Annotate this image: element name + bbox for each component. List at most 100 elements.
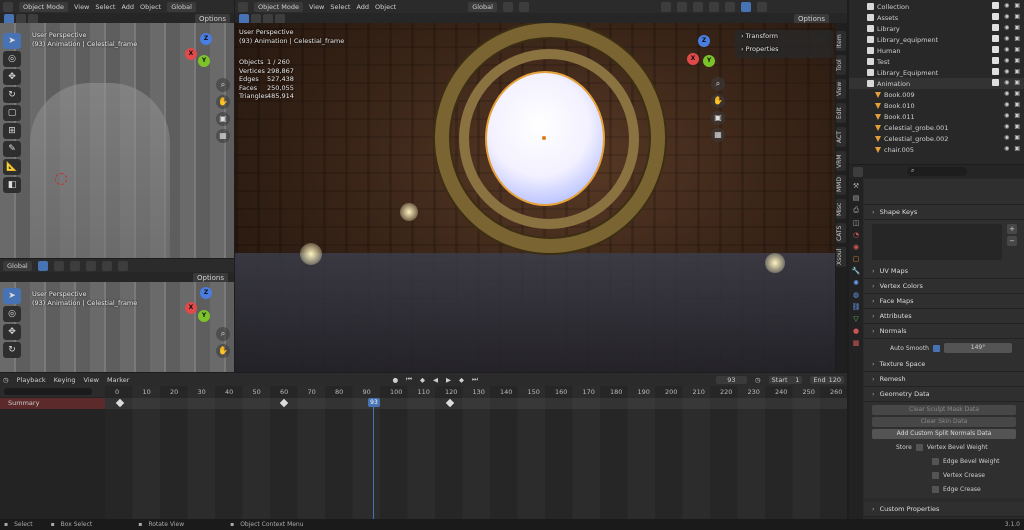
play-icon[interactable]: ▶ bbox=[446, 376, 451, 384]
camera-icon[interactable]: ▣ bbox=[1014, 46, 1020, 53]
store-edge-bevel-row[interactable]: Edge Bevel Weight bbox=[872, 455, 1016, 467]
section-attributes[interactable]: Attributes bbox=[864, 309, 1024, 324]
eye-icon[interactable]: ◉ bbox=[1004, 112, 1009, 119]
tab-item[interactable]: Item bbox=[836, 31, 846, 51]
gizmo-x-icon[interactable]: X bbox=[687, 53, 699, 65]
zoom-icon[interactable]: ⌕ bbox=[711, 77, 725, 91]
gizmo-x-icon[interactable]: X bbox=[185, 302, 197, 314]
section-uv-maps[interactable]: UV Maps bbox=[864, 264, 1024, 279]
solid-shading-icon[interactable] bbox=[724, 1, 735, 12]
eye-icon[interactable]: ◉ bbox=[1004, 123, 1009, 130]
list-box[interactable] bbox=[864, 179, 1024, 205]
tab-xsoul[interactable]: Xsoul bbox=[836, 247, 846, 267]
scene-tab-icon[interactable]: ◔ bbox=[853, 231, 859, 239]
outliner-row[interactable]: Assets ◉ ▣ bbox=[849, 12, 1024, 23]
scale-tool-icon[interactable]: ▢ bbox=[3, 105, 21, 121]
rotate-tool-icon[interactable]: ↻ bbox=[3, 87, 21, 103]
pan-hand-icon[interactable]: ✋ bbox=[216, 95, 230, 109]
proportional-icon[interactable] bbox=[518, 1, 529, 12]
menu-select[interactable]: Select bbox=[330, 3, 350, 11]
camera-icon[interactable]: ▣ bbox=[216, 112, 230, 126]
camera-icon[interactable]: ▣ bbox=[711, 111, 725, 125]
editor-type-icon[interactable] bbox=[238, 1, 248, 12]
summary-channel[interactable]: Summary bbox=[0, 398, 105, 409]
outliner-row[interactable]: Book.011 ◉ ▣ bbox=[849, 111, 1024, 122]
section-vertex-colors[interactable]: Vertex Colors bbox=[864, 279, 1024, 294]
material-tab-icon[interactable]: ● bbox=[853, 327, 859, 335]
menu-keying[interactable]: Keying bbox=[54, 376, 76, 384]
snap-icon[interactable] bbox=[69, 260, 80, 271]
measure-tool-icon[interactable]: 📐 bbox=[3, 159, 21, 175]
tab-act[interactable]: ACT bbox=[836, 127, 846, 147]
start-frame-field[interactable]: Start 1 bbox=[768, 375, 803, 384]
pan-hand-icon[interactable]: ✋ bbox=[711, 94, 725, 108]
orientation-dropdown[interactable]: Global bbox=[468, 1, 497, 12]
include-checkbox[interactable] bbox=[992, 13, 1000, 20]
viewport-main[interactable]: Object Mode View Select Add Object Globa… bbox=[235, 0, 847, 372]
menu-playback[interactable]: Playback bbox=[17, 376, 46, 384]
outliner-row[interactable]: Celestial_grobe.002 ◉ ▣ bbox=[849, 133, 1024, 144]
section-custom-properties[interactable]: Custom Properties bbox=[864, 502, 1024, 517]
end-frame-field[interactable]: End 120 bbox=[810, 375, 845, 384]
editor-type-icon[interactable] bbox=[853, 166, 863, 177]
section-remesh[interactable]: Remesh bbox=[864, 372, 1024, 387]
gizmo-x-icon[interactable]: X bbox=[185, 48, 197, 60]
eye-icon[interactable]: ◉ bbox=[1004, 145, 1009, 152]
menu-object[interactable]: Object bbox=[375, 3, 396, 11]
select-tool-icon[interactable]: ➤ bbox=[3, 33, 21, 49]
playhead-line[interactable] bbox=[373, 407, 374, 519]
cursor-tool-icon[interactable]: ◎ bbox=[3, 51, 21, 67]
tab-view[interactable]: View bbox=[836, 79, 846, 99]
preview-range-icon[interactable]: ◷ bbox=[755, 376, 761, 384]
timeline[interactable]: ◷ Playback Keying View Marker ● ⏮ ◆ ◀ ▶ … bbox=[0, 373, 847, 519]
outliner-row[interactable]: Library_Equipment ◉ ▣ bbox=[849, 67, 1024, 78]
eye-icon[interactable]: ◉ bbox=[1004, 134, 1009, 141]
tab-mmd[interactable]: MMD bbox=[836, 175, 846, 195]
jump-start-icon[interactable]: ⏮ bbox=[406, 375, 412, 384]
move-tool-icon[interactable]: ✥ bbox=[3, 324, 21, 340]
mode-dropdown[interactable]: Object Mode bbox=[19, 1, 68, 12]
clock-icon[interactable]: ◷ bbox=[3, 376, 9, 384]
include-checkbox[interactable] bbox=[992, 24, 1000, 31]
n-panel-transform[interactable]: › Transform bbox=[735, 30, 833, 43]
view-layer-tab-icon[interactable]: ◫ bbox=[853, 219, 860, 227]
outliner-row[interactable]: Book.010 ◉ ▣ bbox=[849, 100, 1024, 111]
store-edge-crease-row[interactable]: Edge Crease bbox=[872, 483, 1016, 495]
outliner-row[interactable]: Human ◉ ▣ bbox=[849, 45, 1024, 56]
outliner-row[interactable]: Animation ◉ ▣ bbox=[849, 78, 1024, 89]
next-key-icon[interactable]: ◆ bbox=[459, 376, 464, 384]
object-tab-icon[interactable]: ▢ bbox=[853, 255, 860, 263]
jump-end-icon[interactable]: ⏭ bbox=[472, 375, 478, 384]
editor-type-icon[interactable] bbox=[3, 1, 13, 12]
viewport-canvas[interactable]: User Perspective (93) Animation | Celesti… bbox=[235, 23, 835, 372]
tab-edit[interactable]: Edit bbox=[836, 103, 846, 123]
include-checkbox[interactable] bbox=[992, 79, 1000, 86]
viewport-top-left[interactable]: Object Mode View Select Add Object Globa… bbox=[0, 0, 234, 258]
outliner-row[interactable]: Collection ◉ ▣ bbox=[849, 1, 1024, 12]
modifier-tab-icon[interactable]: 🔧 bbox=[852, 267, 861, 275]
orientation-dropdown[interactable]: Global bbox=[167, 1, 196, 12]
section-shape-keys[interactable]: Shape Keys bbox=[864, 205, 1024, 220]
auto-smooth-checkbox[interactable] bbox=[933, 344, 940, 352]
annotate-tool-icon[interactable]: ✎ bbox=[3, 141, 21, 157]
prev-key-icon[interactable]: ◆ bbox=[420, 376, 425, 384]
add-custom-split-normals-button[interactable]: Add Custom Split Normals Data bbox=[872, 429, 1016, 439]
checkbox[interactable] bbox=[932, 457, 939, 465]
camera-icon[interactable]: ▣ bbox=[1014, 79, 1020, 86]
outliner-row[interactable]: Library ◉ ▣ bbox=[849, 23, 1024, 34]
cursor-tool-icon[interactable]: ◎ bbox=[3, 306, 21, 322]
outliner-row[interactable]: chair.005 ◉ ▣ bbox=[849, 144, 1024, 155]
include-checkbox[interactable] bbox=[992, 2, 1000, 9]
section-texture-space[interactable]: Texture Space bbox=[864, 357, 1024, 372]
select-tool-icon[interactable]: ➤ bbox=[3, 288, 21, 304]
output-tab-icon[interactable]: ⎙ bbox=[853, 206, 859, 215]
select-mode-icon[interactable] bbox=[37, 260, 48, 271]
include-checkbox[interactable] bbox=[992, 57, 1000, 64]
camera-icon[interactable]: ▣ bbox=[1014, 101, 1020, 108]
menu-marker[interactable]: Marker bbox=[107, 376, 129, 384]
checkbox[interactable] bbox=[932, 485, 939, 493]
camera-icon[interactable]: ▣ bbox=[1014, 134, 1020, 141]
outliner-row[interactable]: Test ◉ ▣ bbox=[849, 56, 1024, 67]
store-vertex-crease-row[interactable]: Vertex Crease bbox=[872, 469, 1016, 481]
eye-icon[interactable]: ◉ bbox=[1004, 101, 1009, 108]
